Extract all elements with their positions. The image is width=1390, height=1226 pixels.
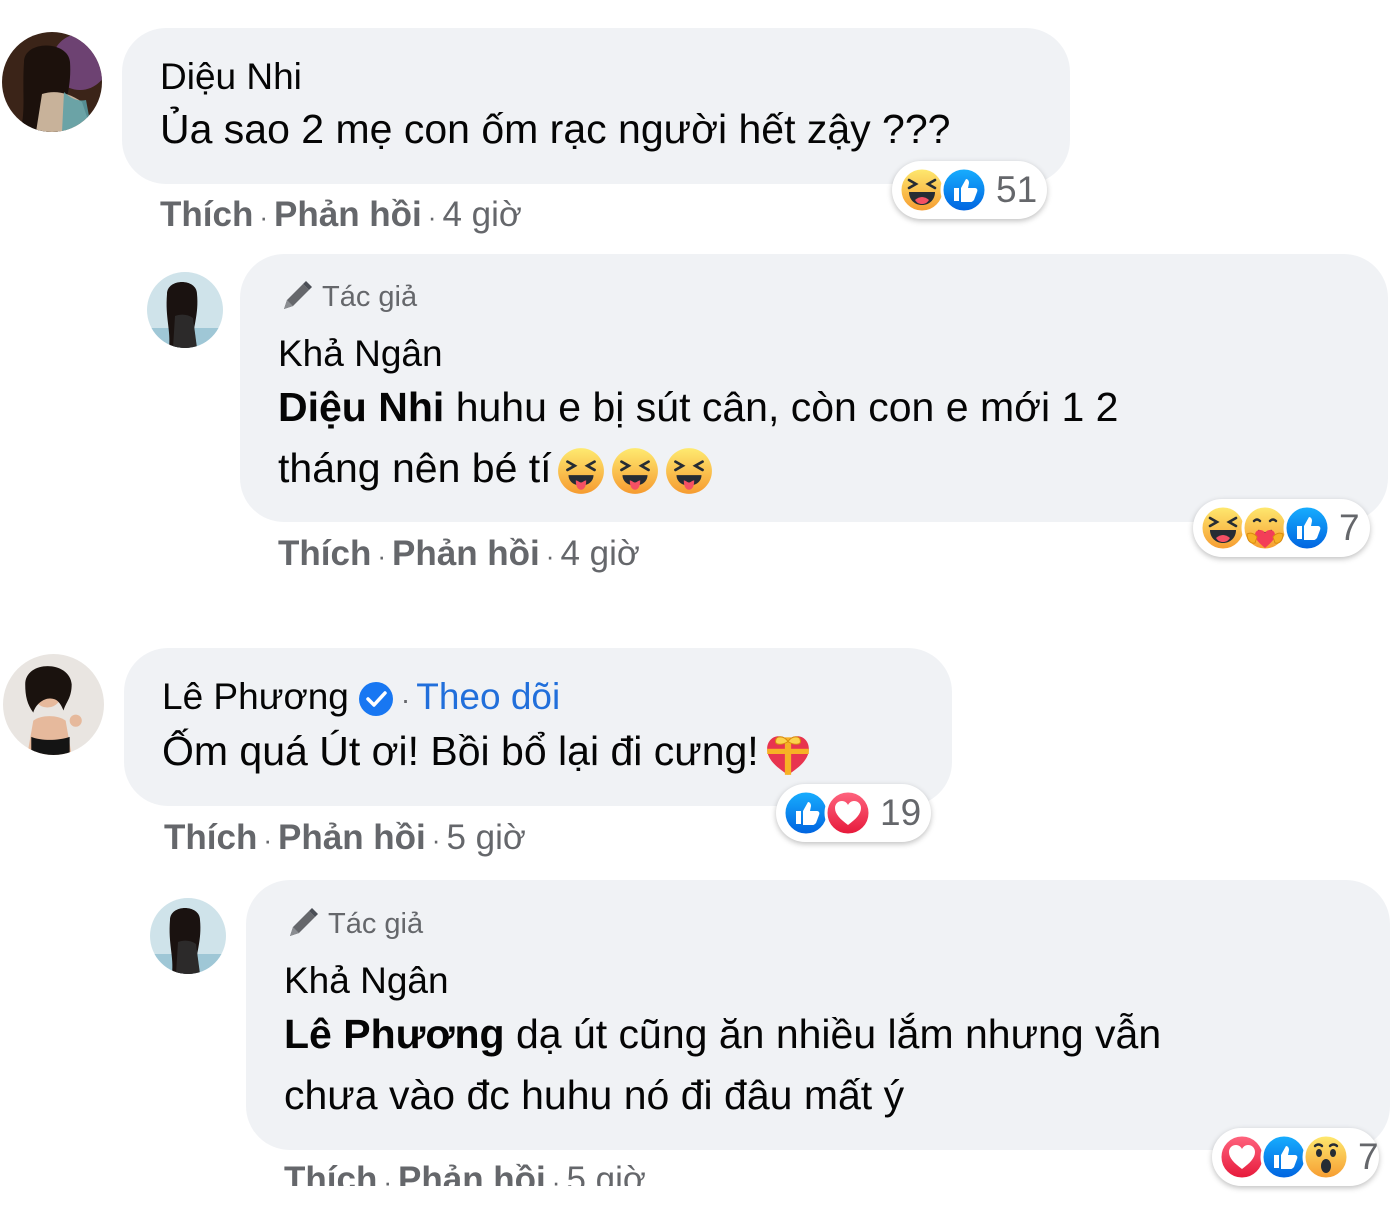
reaction-summary[interactable]: 7 (1193, 499, 1370, 557)
comment-timestamp[interactable]: 5 giờ (446, 818, 525, 857)
author-badge-label: Tác giả (322, 280, 418, 313)
laughing-tongue-emoji-icon (610, 446, 660, 496)
haha-icon (898, 166, 946, 214)
like-button[interactable]: Thích (164, 818, 257, 857)
like-button[interactable]: Thích (284, 1160, 377, 1186)
reply-author-name[interactable]: Khả Ngân (278, 333, 443, 375)
reply-button[interactable]: Phản hồi (392, 534, 540, 573)
pen-icon (278, 279, 314, 315)
like-icon (782, 789, 830, 837)
haha-icon (1199, 504, 1247, 552)
love-icon (1218, 1133, 1266, 1181)
mention-link[interactable]: Diệu Nhi (278, 384, 444, 430)
reply-actions-clip: Thích · Phản hồi · 5 giờ (284, 1160, 784, 1186)
comment-text-line: Ốm quá Út ơi! Bồi bổ lại đi cưng! (162, 728, 813, 779)
reaction-count: 7 (1339, 507, 1360, 548)
laughing-tongue-emoji-icon (556, 446, 606, 496)
reply-timestamp[interactable]: 4 giờ (560, 534, 639, 573)
reply-text-line-2: tháng nên bé tí (278, 445, 714, 496)
mention-link[interactable]: Lê Phương (284, 1011, 505, 1057)
like-icon (1283, 504, 1331, 552)
reply-button[interactable]: Phản hồi (278, 818, 426, 857)
reply-text: tháng nên bé tí (278, 445, 552, 491)
avatar-dieu-nhi[interactable] (2, 32, 102, 132)
wow-icon (1302, 1133, 1350, 1181)
reaction-count: 51 (996, 169, 1038, 210)
love-icon (824, 789, 872, 837)
follow-button[interactable]: Theo dõi (416, 676, 560, 717)
reaction-summary[interactable]: 51 (892, 161, 1048, 219)
like-button[interactable]: Thích (278, 534, 371, 573)
heart-gift-emoji-icon (763, 729, 813, 779)
comment-author-name[interactable]: Diệu Nhi (160, 56, 302, 98)
reply-timestamp[interactable]: 5 giờ (566, 1160, 645, 1186)
comment-timestamp[interactable]: 4 giờ (442, 195, 521, 234)
laughing-tongue-emoji-icon (664, 446, 714, 496)
reaction-count: 7 (1358, 1136, 1379, 1177)
comment-author-name: Lê Phương · Theo dõi (162, 676, 561, 717)
reaction-count: 19 (880, 792, 922, 833)
author-badge: Tác giả (278, 279, 417, 315)
reply-actions: Thích · Phản hồi · 5 giờ (284, 1160, 646, 1186)
like-icon (940, 166, 988, 214)
avatar-le-phuong[interactable] (3, 654, 104, 755)
comment-bubble (124, 648, 952, 806)
like-icon (1260, 1133, 1308, 1181)
comment-actions: Thích · Phản hồi · 5 giờ (164, 818, 526, 857)
comment-text: Ốm quá Út ơi! Bồi bổ lại đi cưng! (162, 728, 759, 774)
reply-text-line-1: Lê Phương dạ út cũng ăn nhiều lắm nhưng … (284, 1011, 1161, 1058)
care-icon (1241, 504, 1289, 552)
comment-text: Ủa sao 2 mẹ con ốm rạc người hết zậy ??? (160, 106, 951, 152)
reply-actions: Thích · Phản hồi · 4 giờ (278, 534, 640, 573)
reply-text: dạ út cũng ăn nhiều lắm nhưng vẫn (504, 1011, 1162, 1057)
reply-button[interactable]: Phản hồi (274, 195, 422, 234)
like-button[interactable]: Thích (160, 195, 253, 234)
comment-actions: Thích · Phản hồi · 4 giờ (160, 195, 522, 234)
reply-button[interactable]: Phản hồi (398, 1160, 546, 1186)
reply-text: huhu e bị sút cân, còn con e mới 1 2 (444, 384, 1119, 430)
reply-author-name[interactable]: Khả Ngân (284, 960, 449, 1002)
pen-icon (284, 906, 320, 942)
verified-badge-icon (358, 682, 393, 717)
author-badge: Tác giả (284, 906, 423, 942)
reaction-summary[interactable]: 7 (1212, 1128, 1379, 1186)
avatar-kha-ngan[interactable] (150, 898, 226, 974)
reaction-summary[interactable]: 19 (776, 784, 932, 842)
reply-text-line-2: chưa vào đc huhu nó đi đâu mất ý (284, 1072, 905, 1118)
author-name-link[interactable]: Lê Phương (162, 676, 349, 717)
reply-text-line-1: Diệu Nhi huhu e bị sút cân, còn con e mớ… (278, 384, 1118, 431)
author-badge-label: Tác giả (328, 907, 424, 940)
avatar-kha-ngan[interactable] (147, 272, 223, 348)
